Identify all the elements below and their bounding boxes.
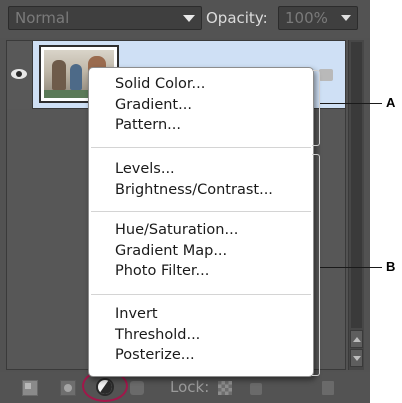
link-icon[interactable] bbox=[130, 381, 144, 395]
menu-separator bbox=[91, 147, 311, 148]
blend-mode-dropdown[interactable]: Normal bbox=[8, 6, 202, 30]
adjustment-layer-menu: Solid Color... Gradient... Pattern... Le… bbox=[88, 67, 314, 377]
scroll-down-button[interactable] bbox=[350, 349, 363, 367]
opacity-label: Opacity: bbox=[206, 9, 268, 27]
visibility-toggle[interactable] bbox=[7, 41, 33, 109]
chevron-down-icon[interactable] bbox=[341, 15, 351, 21]
menu-item-gradient[interactable]: Gradient... bbox=[89, 95, 313, 116]
menu-item-brightness-contrast[interactable]: Brightness/Contrast... bbox=[89, 180, 313, 201]
callout-leader-b bbox=[320, 267, 382, 268]
chevron-down-icon bbox=[183, 15, 195, 22]
lock-all-icon[interactable] bbox=[250, 383, 262, 395]
opacity-value: 100% bbox=[285, 9, 328, 27]
scroll-track[interactable] bbox=[351, 42, 362, 328]
opacity-field[interactable]: 100% bbox=[278, 6, 358, 30]
add-mask-icon[interactable] bbox=[60, 380, 76, 396]
trash-icon[interactable] bbox=[322, 381, 334, 395]
callout-leader-a bbox=[320, 103, 382, 104]
lock-label: Lock: bbox=[170, 378, 210, 396]
blend-mode-value: Normal bbox=[15, 9, 70, 27]
callout-label-b: B bbox=[386, 259, 396, 274]
layers-panel-header: Normal Opacity: 100% bbox=[0, 0, 370, 38]
scroll-up-button[interactable] bbox=[350, 330, 363, 348]
menu-item-hue-saturation[interactable]: Hue/Saturation... bbox=[89, 220, 313, 241]
menu-item-gradient-map[interactable]: Gradient Map... bbox=[89, 241, 313, 262]
new-layer-icon[interactable] bbox=[22, 380, 38, 396]
menu-separator bbox=[91, 294, 311, 295]
menu-item-posterize[interactable]: Posterize... bbox=[89, 345, 313, 366]
menu-item-levels[interactable]: Levels... bbox=[89, 159, 313, 180]
callout-bracket-b bbox=[312, 154, 320, 376]
effect-group: Invert Threshold... Posterize... bbox=[89, 304, 313, 366]
menu-separator bbox=[91, 211, 311, 212]
menu-item-photo-filter[interactable]: Photo Filter... bbox=[89, 261, 313, 282]
menu-item-solid-color[interactable]: Solid Color... bbox=[89, 74, 313, 95]
eye-icon[interactable] bbox=[11, 69, 27, 79]
layers-scrollbar[interactable] bbox=[348, 40, 364, 370]
menu-item-pattern[interactable]: Pattern... bbox=[89, 115, 313, 136]
lock-icon bbox=[319, 69, 333, 81]
lock-pixels-icon[interactable] bbox=[218, 381, 232, 395]
menu-item-invert[interactable]: Invert bbox=[89, 304, 313, 325]
callout-label-a: A bbox=[386, 95, 396, 110]
tonal-group: Levels... Brightness/Contrast... bbox=[89, 159, 313, 200]
callout-bracket-a bbox=[312, 70, 320, 146]
color-group: Hue/Saturation... Gradient Map... Photo … bbox=[89, 220, 313, 282]
fill-group: Solid Color... Gradient... Pattern... bbox=[89, 74, 313, 136]
menu-item-threshold[interactable]: Threshold... bbox=[89, 325, 313, 346]
